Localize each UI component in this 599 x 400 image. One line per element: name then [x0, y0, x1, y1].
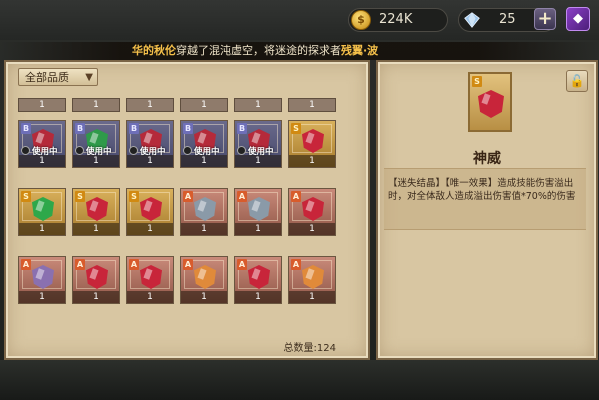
in-use-dot-icon — [183, 146, 192, 155]
rarity-badge: S — [75, 191, 85, 202]
item-count: 1 — [181, 155, 227, 167]
item-card[interactable]: A1 — [288, 188, 336, 236]
item-count: 1 — [73, 223, 119, 235]
rarity-badge: A — [21, 259, 31, 270]
rarity-badge: S — [129, 191, 139, 202]
lock-icon: 🔓 — [569, 74, 585, 88]
rarity-badge: A — [291, 191, 301, 202]
rarity-badge: A — [291, 259, 301, 270]
rarity-badge: S — [472, 76, 482, 87]
announcement-player-name: 华的秋伦 — [132, 44, 176, 57]
item-count: 1 — [127, 223, 173, 235]
rarity-badge: B — [21, 123, 31, 134]
in-use-dot-icon — [237, 146, 246, 155]
rarity-badge: A — [129, 259, 139, 270]
item-card[interactable]: A1 — [288, 256, 336, 304]
item-card[interactable]: A1 — [180, 256, 228, 304]
rarity-badge: B — [75, 123, 85, 134]
item-card[interactable]: A1 — [180, 188, 228, 236]
rarity-badge: B — [237, 123, 247, 134]
rarity-badge: S — [21, 191, 31, 202]
item-card[interactable]: B 使用中 1 — [72, 120, 120, 168]
item-count: 1 — [289, 291, 335, 303]
item-card[interactable]: B 使用中 1 — [234, 120, 282, 168]
item-card[interactable]: S1 — [126, 188, 174, 236]
in-use-dot-icon — [129, 146, 138, 155]
item-count: 1 — [181, 223, 227, 235]
item-count: 1 — [73, 155, 119, 167]
gem-amount: 25 — [499, 12, 516, 27]
announcement-tail: ·波 — [363, 44, 379, 57]
crystal-icon — [478, 90, 504, 118]
item-count: 1 — [73, 291, 119, 303]
partial-item-card[interactable]: 1 — [72, 98, 120, 112]
item-count: 1 — [127, 155, 173, 167]
item-count: 1 — [235, 155, 281, 167]
special-shop-icon[interactable]: ◆ — [566, 7, 590, 31]
gold-coin-icon: $ — [351, 10, 371, 30]
lock-toggle-button[interactable]: 🔓 — [566, 70, 588, 92]
total-count: 总数量:124 — [283, 343, 336, 354]
rarity-badge: A — [237, 191, 247, 202]
partial-item-card[interactable]: 1 — [288, 98, 336, 112]
quality-filter-label: 全部品质 — [25, 71, 69, 84]
item-card[interactable]: A1 — [126, 256, 174, 304]
item-card[interactable]: B 使用中 1 — [180, 120, 228, 168]
partial-item-card[interactable]: 1 — [18, 98, 66, 112]
item-card[interactable]: A1 — [18, 256, 66, 304]
rarity-badge: B — [183, 123, 193, 134]
inventory-panel: 全部品质 ▼ 1 1 1 1 1 1 B 使用中 1 B 使用中 1 B 使用中 1 B 使用中 1 B 使用中 1 S 1… — [4, 60, 370, 360]
item-card[interactable]: S1 — [288, 120, 336, 168]
item-name: 神威 — [473, 151, 501, 167]
item-card[interactable]: S1 — [18, 188, 66, 236]
item-card[interactable]: S1 — [72, 188, 120, 236]
selected-item-card: S — [468, 72, 512, 132]
top-bar: $ 224K 25 + ◆ — [0, 0, 599, 40]
rarity-badge: A — [237, 259, 247, 270]
item-count: 1 — [289, 223, 335, 235]
item-count: 1 — [19, 291, 65, 303]
detail-panel: S 🔓 神威 【迷失结晶】【唯一效果】造成技能伤害溢出时，对全体敌人造成溢出伤害… — [376, 60, 598, 360]
partial-item-card[interactable]: 1 — [126, 98, 174, 112]
item-card[interactable]: A1 — [234, 256, 282, 304]
announcement-body: 穿越了混沌虚空，将迷途的探求者 — [176, 44, 341, 57]
gold-amount: 224K — [379, 12, 413, 27]
item-count: 1 — [127, 291, 173, 303]
announcement-marquee: 华的秋伦穿越了混沌虚空，将迷途的探求者残翼·波 — [0, 42, 599, 60]
item-description-box: 【迷失结晶】【唯一效果】造成技能伤害溢出时，对全体敌人造成溢出伤害值*70%的伤… — [384, 168, 586, 230]
item-count: 1 — [19, 155, 65, 167]
item-count: 1 — [235, 223, 281, 235]
item-count: 1 — [235, 291, 281, 303]
rarity-badge: S — [291, 123, 301, 134]
in-use-dot-icon — [75, 146, 84, 155]
chevron-down-icon: ▼ — [85, 72, 93, 83]
item-card[interactable]: A1 — [72, 256, 120, 304]
gold-display[interactable]: $ 224K — [348, 8, 448, 32]
partial-item-card[interactable]: 1 — [234, 98, 282, 112]
quality-filter-dropdown[interactable]: 全部品质 ▼ — [18, 68, 98, 86]
rarity-badge: B — [129, 123, 139, 134]
item-count: 1 — [181, 291, 227, 303]
partial-item-card[interactable]: 1 — [180, 98, 228, 112]
diamond-icon — [464, 12, 480, 28]
floor-background — [0, 360, 599, 400]
rarity-badge: A — [75, 259, 85, 270]
item-card[interactable]: B 使用中 1 — [18, 120, 66, 168]
item-card[interactable]: B 使用中 1 — [126, 120, 174, 168]
announcement-text: 华的秋伦穿越了混沌虚空，将迷途的探求者残翼·波 — [132, 43, 378, 59]
item-count: 1 — [289, 155, 335, 167]
item-count: 1 — [19, 223, 65, 235]
announcement-target-name: 残翼 — [341, 44, 363, 57]
item-card[interactable]: A1 — [234, 188, 282, 236]
in-use-dot-icon — [21, 146, 30, 155]
rarity-badge: A — [183, 259, 193, 270]
rarity-badge: A — [183, 191, 193, 202]
add-gems-button[interactable]: + — [534, 8, 556, 30]
item-description: 【迷失结晶】【唯一效果】造成技能伤害溢出时，对全体敌人造成溢出伤害值*70%的伤… — [388, 178, 576, 202]
